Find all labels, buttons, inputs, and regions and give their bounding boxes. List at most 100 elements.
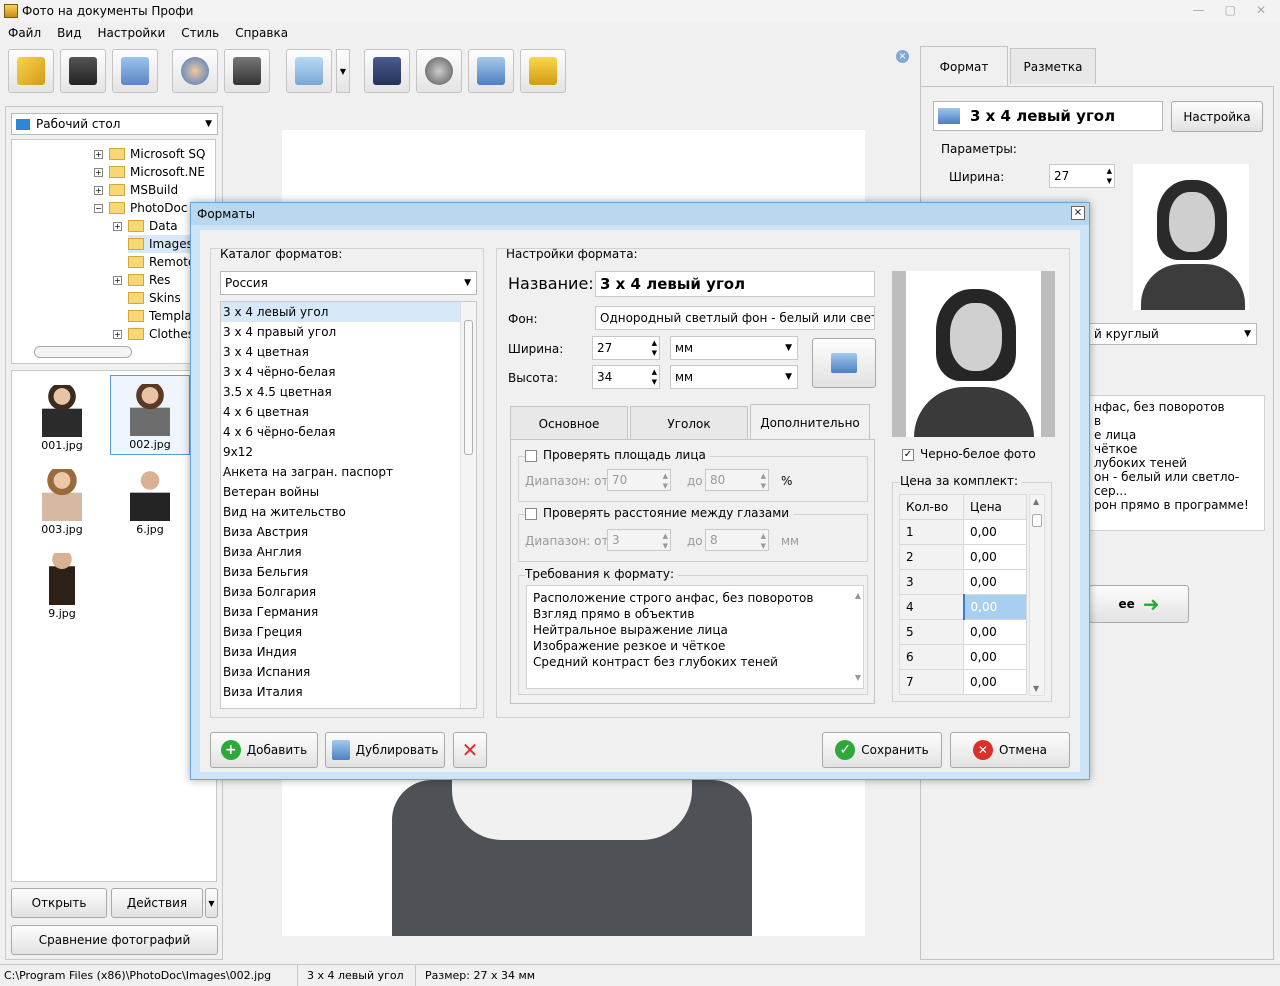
spinner-icon[interactable]: ▲ ▼ <box>652 367 657 387</box>
tree-item[interactable]: Remote <box>128 253 195 271</box>
list-item[interactable]: 3 х 4 правый угол <box>221 322 476 342</box>
tree-item[interactable]: + Microsoft.NE <box>94 163 205 181</box>
check-eyes-checkbox[interactable]: Проверять расстояние между глазами <box>525 506 794 520</box>
bw-checkbox[interactable]: ✓ Черно-белое фото <box>902 447 1036 461</box>
save-format-button[interactable]: ✓ Сохранить <box>822 732 942 768</box>
card-template-button[interactable] <box>812 338 876 388</box>
list-item[interactable]: Виза Болгария <box>221 582 476 602</box>
scroll-down-icon[interactable]: ▼ <box>1033 684 1039 693</box>
shape-select[interactable]: й круглый ▼ <box>1089 323 1257 345</box>
open-button[interactable]: Открыть <box>11 888 107 918</box>
tree-item[interactable]: Skins <box>128 289 181 307</box>
duplicate-button[interactable]: Дублировать <box>325 732 445 768</box>
price-scrollbar[interactable]: ▲ ▼ <box>1029 494 1045 696</box>
bg-input[interactable]: Однородный светлый фон - белый или светл… <box>595 306 875 330</box>
check-face-checkbox[interactable]: Проверять площадь лица <box>525 448 710 462</box>
spinner-icon[interactable]: ▲ ▼ <box>652 338 657 358</box>
spinner-icon[interactable]: ▲ ▼ <box>761 531 766 550</box>
menu-view[interactable]: Вид <box>57 26 81 40</box>
tree-item[interactable]: + Res <box>113 271 170 289</box>
photo-button[interactable] <box>286 49 332 93</box>
list-item[interactable]: Виза Греция <box>221 622 476 642</box>
width-input[interactable]: 27 ▲ ▼ <box>1049 164 1115 188</box>
cart-button[interactable] <box>520 49 566 93</box>
list-item[interactable]: 9х12 <box>221 442 476 462</box>
eyes-to-input[interactable]: 8 ▲ ▼ <box>705 529 769 551</box>
menu-settings[interactable]: Настройки <box>97 26 165 40</box>
tab-basic[interactable]: Основное <box>510 406 628 440</box>
list-item[interactable]: Виза Германия <box>221 602 476 622</box>
compare-photos-button[interactable]: Сравнение фотографий <box>11 925 218 955</box>
menu-file[interactable]: Файл <box>8 26 41 40</box>
list-item[interactable]: 3 х 4 чёрно-белая <box>221 362 476 382</box>
scroll-down-icon[interactable]: ▼ <box>855 670 861 686</box>
tab-format[interactable]: Формат <box>920 46 1008 86</box>
face-to-input[interactable]: 80 ▲ ▼ <box>705 469 769 491</box>
home-button[interactable] <box>468 49 514 93</box>
list-item[interactable]: Анкета на заг­ран. паспорт <box>221 462 476 482</box>
list-item[interactable]: Вид на жительство <box>221 502 476 522</box>
tree-item[interactable]: + Clothes <box>113 325 194 343</box>
face-from-input[interactable]: 70 ▲ ▼ <box>607 469 671 491</box>
list-item[interactable]: Виза Англия <box>221 542 476 562</box>
table-row[interactable]: 1 0,00 <box>899 519 1027 545</box>
requirements-textarea[interactable]: Расположение строго анфас, без поворотов… <box>526 585 864 689</box>
dialog-close-icon[interactable]: × <box>1071 206 1085 220</box>
list-item[interactable]: Виза Бельгия <box>221 562 476 582</box>
delete-button[interactable]: ✕ <box>453 732 487 768</box>
list-item[interactable]: 4 х 6 цветная <box>221 402 476 422</box>
menu-style[interactable]: Стиль <box>181 26 219 40</box>
help-button[interactable] <box>364 49 410 93</box>
list-item[interactable]: 3 х 4 левый угол <box>221 302 476 322</box>
thumbnail-item[interactable]: 003.jpg <box>22 461 102 541</box>
width-input[interactable]: 27 ▲ ▼ <box>592 336 660 360</box>
camera-button[interactable] <box>224 49 270 93</box>
print-button[interactable] <box>112 49 158 93</box>
list-item[interactable]: Виза Италия <box>221 682 476 702</box>
table-row[interactable]: 7 0,00 <box>899 669 1027 695</box>
tab-advanced[interactable]: Дополнительно <box>750 404 870 440</box>
close-toolbar-icon[interactable]: × <box>896 50 909 63</box>
list-item[interactable]: 3.5 х 4.5 цветная <box>221 382 476 402</box>
spinner-icon[interactable]: ▲ ▼ <box>1107 166 1112 186</box>
tree-item[interactable]: Templa <box>128 307 192 325</box>
next-button[interactable]: ее ➜ <box>1089 585 1189 623</box>
tree-item[interactable]: + MSBuild <box>94 181 178 199</box>
height-input[interactable]: 34 ▲ ▼ <box>592 365 660 389</box>
formats-scrollbar[interactable] <box>460 302 476 708</box>
tree-item[interactable]: − PhotoDoc <box>94 199 187 217</box>
user-button[interactable] <box>172 49 218 93</box>
format-select[interactable]: 3 х 4 левый угол ▼ <box>933 101 1180 131</box>
list-item[interactable]: Ветеран войны <box>221 482 476 502</box>
close-window-button[interactable]: ✕ <box>1256 3 1266 17</box>
table-row[interactable]: 2 0,00 <box>899 544 1027 570</box>
tree-item-selected[interactable]: Images <box>128 235 193 253</box>
thumbnail-item-selected[interactable]: 002.jpg <box>110 375 190 455</box>
open-folder-button[interactable] <box>8 49 54 93</box>
spinner-icon[interactable]: ▲ ▼ <box>663 471 668 490</box>
thumbnail-item[interactable]: 001.jpg <box>22 377 102 457</box>
tab-layout[interactable]: Разметка <box>1010 48 1096 84</box>
tab-corner[interactable]: Уголок <box>630 406 748 440</box>
table-row[interactable]: 5 0,00 <box>899 619 1027 645</box>
thumbnail-item[interactable]: 6.jpg <box>110 461 190 541</box>
maximize-button[interactable]: ▢ <box>1225 3 1236 17</box>
video-button[interactable] <box>416 49 462 93</box>
list-item[interactable]: Виза Испания <box>221 662 476 682</box>
scroll-up-icon[interactable]: ▲ <box>1033 497 1039 506</box>
cancel-button[interactable]: ✕ Отмена <box>950 732 1070 768</box>
table-row[interactable]: 6 0,00 <box>899 644 1027 670</box>
country-select[interactable]: Россия ▼ <box>220 271 477 295</box>
location-select[interactable]: Рабочий стол ▼ <box>11 113 218 135</box>
table-row[interactable]: 3 0,00 <box>899 569 1027 595</box>
selected-price-cell[interactable]: 0,00 <box>962 594 1027 620</box>
tree-item[interactable]: + Microsoft SQ <box>94 145 206 163</box>
setup-button[interactable]: Настройка <box>1171 101 1263 132</box>
list-item[interactable]: 3 х 4 цветная <box>221 342 476 362</box>
table-row[interactable]: 4 0,00 <box>899 594 1027 620</box>
add-button[interactable]: + Добавить <box>210 732 318 768</box>
save-button[interactable] <box>60 49 106 93</box>
tree-hscrollbar[interactable] <box>34 346 132 358</box>
actions-button[interactable]: Действия <box>111 888 203 918</box>
scroll-up-icon[interactable]: ▲ <box>855 588 861 604</box>
